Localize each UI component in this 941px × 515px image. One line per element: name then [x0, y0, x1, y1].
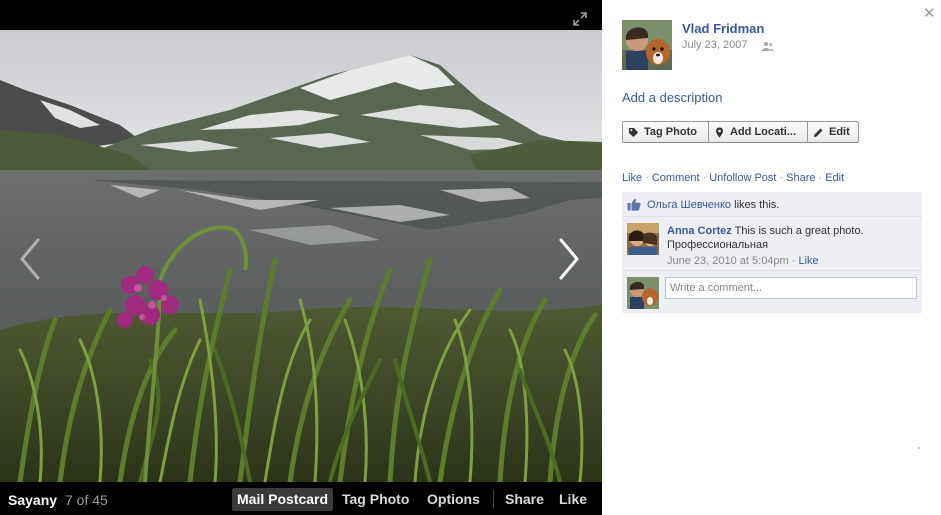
like-link[interactable]: Like	[622, 172, 642, 184]
scroll-indicator	[918, 447, 920, 449]
photo-date[interactable]: July 23, 2007	[682, 39, 747, 51]
edit-button[interactable]: Edit	[808, 121, 859, 143]
friends-icon[interactable]	[762, 41, 774, 51]
close-icon[interactable]: ✕	[923, 4, 936, 22]
add-location-label: Add Locati...	[730, 126, 796, 138]
comment-timestamp[interactable]: June 23, 2010 at 5:04pm	[667, 255, 789, 267]
photo-image[interactable]	[0, 30, 602, 482]
likes-text: likes this.	[734, 199, 780, 211]
share-bar-button[interactable]: Share	[500, 488, 549, 511]
story-actions: Like · Comment · Unfollow Post · Share · Edit	[622, 172, 844, 184]
tag-photo-bar-button[interactable]: Tag Photo	[337, 488, 414, 511]
photo-counter: 7 of 45	[65, 492, 108, 508]
mail-postcard-button[interactable]: Mail Postcard	[232, 488, 334, 511]
share-link[interactable]: Share	[786, 172, 815, 184]
add-description-link[interactable]: Add a description	[622, 90, 722, 105]
location-pin-icon	[716, 127, 723, 137]
previous-arrow-icon[interactable]	[16, 236, 44, 282]
comment-input[interactable]	[665, 277, 917, 299]
photo-stage: Sayany 7 of 45 Mail Postcard Tag Photo O…	[0, 0, 602, 515]
comment-author[interactable]: Anna Cortez	[667, 225, 732, 237]
tag-icon	[629, 127, 638, 137]
separator: ·	[702, 172, 707, 184]
comment-like-link[interactable]: Like	[799, 255, 819, 267]
edit-label: Edit	[829, 126, 850, 138]
thumbs-up-icon	[627, 198, 641, 211]
separator: ·	[818, 172, 823, 184]
comment-link[interactable]: Comment	[652, 172, 700, 184]
separator: ·	[645, 172, 649, 184]
like-bar-button[interactable]: Like	[554, 488, 592, 511]
expand-icon[interactable]	[573, 12, 587, 26]
edit-link[interactable]: Edit	[825, 172, 844, 184]
photo-toolbar: Sayany 7 of 45 Mail Postcard Tag Photo O…	[0, 482, 602, 515]
liker-name[interactable]: Ольга Шевченко	[647, 199, 731, 211]
pencil-icon	[814, 128, 823, 137]
likes-sentence: Ольга Шевченко likes this.	[622, 192, 922, 217]
options-button[interactable]: Options	[422, 488, 485, 511]
photo-viewer: Sayany 7 of 45 Mail Postcard Tag Photo O…	[0, 0, 941, 515]
toolbar-divider	[493, 490, 494, 508]
owner-avatar[interactable]	[622, 20, 672, 70]
album-name[interactable]: Sayany	[8, 492, 57, 508]
tag-photo-label: Tag Photo	[644, 126, 697, 138]
tag-photo-button[interactable]: Tag Photo	[622, 121, 709, 143]
viewer-avatar	[627, 277, 659, 309]
separator: ·	[779, 172, 784, 184]
commenter-avatar[interactable]	[627, 223, 659, 255]
comment-item: Anna Cortez This is such a great photo. …	[622, 217, 922, 271]
feedback-box: Ольга Шевченко likes this. Anna Cortez T…	[622, 192, 922, 313]
add-location-button[interactable]: Add Locati...	[709, 121, 808, 143]
unfollow-post-link[interactable]: Unfollow Post	[709, 172, 776, 184]
next-arrow-icon[interactable]	[555, 236, 583, 282]
photo-button-group: Tag Photo Add Locati... Edit	[622, 121, 859, 143]
comment-composer	[622, 271, 922, 313]
owner-name[interactable]: Vlad Fridman	[682, 21, 764, 36]
